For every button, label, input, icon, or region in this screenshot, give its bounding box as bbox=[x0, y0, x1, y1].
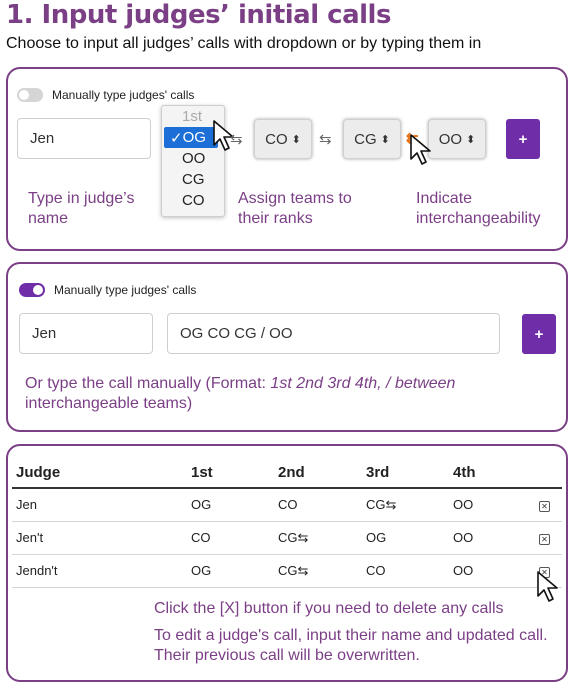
cell-second: CG⇆ bbox=[274, 521, 362, 555]
updown-icon: ⬍ bbox=[380, 133, 390, 146]
hint-assign-teams: Assign teams to their ranks bbox=[238, 190, 352, 227]
cell-judge: Jendn't bbox=[12, 554, 187, 588]
table-row: Jendn't OG CG⇆ CO OO ✕ bbox=[12, 554, 562, 588]
judges-calls-table: Judge 1st 2nd 3rd 4th Jen OG CO CG⇆ OO ✕… bbox=[12, 458, 562, 588]
cell-second: CO bbox=[274, 488, 362, 522]
dropdown-option-label: OG bbox=[182, 129, 206, 146]
dropdown-entry-panel: Manually type judges' calls Jen 1st ✓ OG … bbox=[6, 67, 568, 251]
manual-call-input[interactable]: OG CO CG / OO bbox=[167, 313, 500, 354]
cell-judge: Jen't bbox=[12, 521, 187, 555]
table-header-row: Judge 1st 2nd 3rd 4th bbox=[12, 458, 562, 489]
cell-third: CO bbox=[362, 554, 449, 588]
judge-name-input[interactable]: Jen bbox=[17, 118, 151, 159]
dropdown-option-og[interactable]: ✓ OG bbox=[164, 127, 218, 148]
manual-entry-panel: Manually type judges' calls Jen OG CO CG… bbox=[6, 262, 568, 432]
cell-fourth: OO bbox=[449, 488, 535, 522]
hint-manual-format: Or type the call manually (Format: 1st 2… bbox=[25, 374, 525, 414]
cell-third: CG⇆ bbox=[362, 488, 449, 522]
cell-delete: ✕ bbox=[535, 521, 562, 555]
manual-type-toggle-label: Manually type judges' calls bbox=[54, 283, 197, 297]
check-icon: ✓ bbox=[170, 129, 183, 147]
delete-row-button[interactable]: ✕ bbox=[539, 534, 550, 545]
cell-first: OG bbox=[187, 488, 274, 522]
fourth-rank-select[interactable]: OO ⬍ bbox=[428, 119, 486, 159]
rank-value: CG bbox=[354, 130, 377, 148]
hint-manual-prefix: Or type the call manually (Format: bbox=[25, 375, 271, 392]
column-header-judge: Judge bbox=[12, 458, 187, 489]
add-call-button[interactable]: + bbox=[506, 119, 540, 159]
hint-manual-suffix: interchangeable teams) bbox=[25, 395, 193, 412]
judge-name-input[interactable]: Jen bbox=[19, 313, 153, 354]
column-header-first: 1st bbox=[187, 458, 274, 489]
dropdown-option-co[interactable]: CO bbox=[162, 190, 224, 211]
mouse-cursor-icon bbox=[410, 134, 431, 165]
cell-second: CG⇆ bbox=[274, 554, 362, 588]
table-row: Jen OG CO CG⇆ OO ✕ bbox=[12, 488, 562, 522]
column-header-delete bbox=[535, 458, 562, 489]
second-rank-select[interactable]: CO ⬍ bbox=[254, 119, 312, 159]
dropdown-option-cg[interactable]: CG bbox=[162, 169, 224, 190]
third-rank-select[interactable]: CG ⬍ bbox=[343, 119, 401, 159]
hint-delete-call: Click the [X] button if you need to dele… bbox=[154, 600, 504, 617]
cell-delete: ✕ bbox=[535, 488, 562, 522]
page-title: 1. Input judges’ initial calls bbox=[6, 0, 391, 30]
swap-rank-icon[interactable]: ⇆ bbox=[319, 130, 332, 148]
toggle-knob bbox=[33, 285, 43, 295]
cell-fourth: OO bbox=[449, 521, 535, 555]
page-subtitle: Choose to input all judges’ calls with d… bbox=[6, 35, 482, 52]
delete-row-button[interactable]: ✕ bbox=[539, 501, 550, 513]
rank-value: OO bbox=[438, 130, 463, 148]
hint-judge-name: Type in judge’s name bbox=[28, 190, 135, 227]
column-header-fourth: 4th bbox=[449, 458, 535, 489]
cell-judge: Jen bbox=[12, 488, 187, 522]
hint-interchangeability: Indicate interchangeability bbox=[416, 190, 541, 227]
rank-value: CO bbox=[265, 130, 288, 148]
cell-fourth: OO bbox=[449, 554, 535, 588]
table-row: Jen't CO CG⇆ OG OO ✕ bbox=[12, 521, 562, 555]
manual-type-toggle[interactable] bbox=[17, 88, 43, 102]
hint-manual-format-example: 1st 2nd 3rd 4th, / between bbox=[270, 375, 456, 392]
calls-table-panel: Judge 1st 2nd 3rd 4th Jen OG CO CG⇆ OO ✕… bbox=[6, 444, 568, 682]
cell-first: CO bbox=[187, 521, 274, 555]
swap-rank-icon[interactable]: ⇆ bbox=[230, 130, 243, 148]
mouse-cursor-icon bbox=[537, 571, 558, 602]
add-call-button[interactable]: + bbox=[522, 314, 556, 354]
hint-edit-call: To edit a judge's call, input their name… bbox=[154, 627, 548, 664]
column-header-second: 2nd bbox=[274, 458, 362, 489]
toggle-knob bbox=[19, 90, 29, 100]
manual-type-toggle[interactable] bbox=[19, 283, 45, 297]
manual-type-toggle-label: Manually type judges' calls bbox=[52, 88, 195, 102]
column-header-third: 3rd bbox=[362, 458, 449, 489]
cell-third: OG bbox=[362, 521, 449, 555]
cell-first: OG bbox=[187, 554, 274, 588]
updown-icon: ⬍ bbox=[291, 133, 301, 146]
updown-icon: ⬍ bbox=[466, 133, 476, 146]
